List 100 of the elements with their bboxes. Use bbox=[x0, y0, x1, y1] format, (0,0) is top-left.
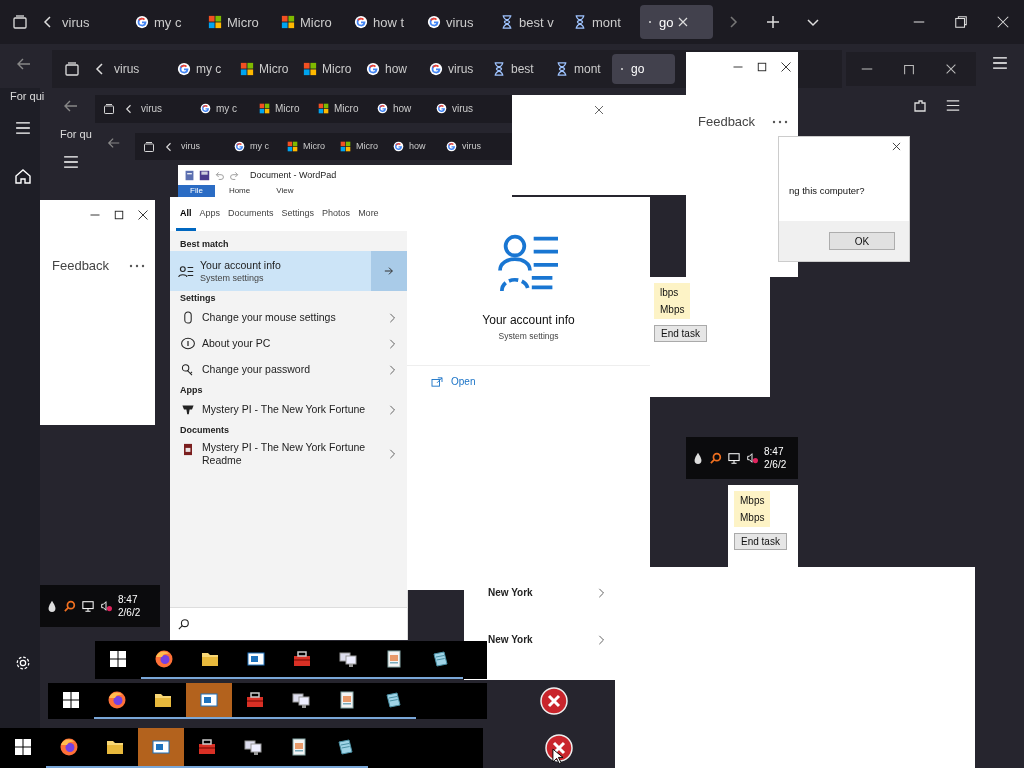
firefox-icon[interactable] bbox=[107, 690, 127, 710]
more-icon[interactable] bbox=[772, 119, 788, 124]
writing-pad-icon[interactable] bbox=[383, 690, 403, 710]
browser-tab[interactable]: best bbox=[486, 54, 549, 84]
close-icon[interactable] bbox=[594, 105, 604, 115]
writing-pad-icon[interactable] bbox=[335, 737, 355, 757]
back-arrow-icon[interactable] bbox=[107, 136, 121, 150]
firefox-icon[interactable] bbox=[154, 649, 174, 669]
muted-speaker-icon[interactable] bbox=[746, 452, 758, 464]
browser-tab[interactable]: Micro bbox=[275, 4, 348, 40]
windows-logo-icon[interactable] bbox=[108, 649, 128, 669]
close-icon[interactable] bbox=[944, 62, 958, 76]
filter-tab[interactable]: More bbox=[354, 197, 383, 231]
window-app-icon[interactable] bbox=[246, 649, 266, 669]
feedback-link[interactable]: Feedback bbox=[52, 258, 110, 273]
arrow-right-icon[interactable] bbox=[384, 266, 394, 276]
browser-tab[interactable]: Micro bbox=[253, 98, 312, 120]
windows-logo-icon[interactable] bbox=[61, 690, 81, 710]
browser-tab[interactable]: go bbox=[640, 4, 713, 40]
browser-tab[interactable]: how t bbox=[348, 4, 421, 40]
notepad-icon[interactable] bbox=[289, 737, 309, 757]
browser-tab[interactable]: how bbox=[387, 135, 440, 157]
extensions-icon[interactable] bbox=[912, 98, 928, 114]
browser-tab[interactable]: Micro bbox=[281, 135, 334, 157]
result-item[interactable]: Mystery PI - The New York Fortune Readme bbox=[170, 437, 407, 472]
browser-tab[interactable]: virus bbox=[440, 135, 493, 157]
close-icon[interactable] bbox=[892, 142, 901, 151]
browser-tab[interactable]: virus bbox=[423, 54, 486, 84]
menu-icon[interactable] bbox=[946, 100, 960, 111]
maximize-icon[interactable] bbox=[113, 209, 125, 221]
magnifier-icon[interactable] bbox=[710, 452, 722, 464]
filter-tab[interactable]: Photos bbox=[318, 197, 355, 231]
browser-tab[interactable]: virus bbox=[421, 4, 494, 40]
home-icon[interactable] bbox=[14, 168, 32, 184]
result-item[interactable]: About your PC bbox=[170, 331, 407, 357]
toolbox-icon[interactable] bbox=[197, 737, 217, 757]
monitors-icon[interactable] bbox=[338, 649, 358, 669]
drop-icon[interactable] bbox=[692, 452, 704, 464]
browser-tab[interactable]: go bbox=[612, 54, 675, 84]
monitors-icon[interactable] bbox=[291, 690, 311, 710]
result-item[interactable]: Mystery PI - The New York Fortune bbox=[170, 397, 407, 423]
tab-list-icon[interactable] bbox=[64, 61, 80, 77]
save-icon[interactable] bbox=[199, 169, 210, 181]
writing-pad-icon[interactable] bbox=[430, 649, 450, 669]
browser-tab[interactable]: Micro bbox=[297, 54, 360, 84]
result-item[interactable]: Change your mouse settings bbox=[170, 305, 407, 331]
network-icon[interactable] bbox=[728, 452, 740, 464]
toolbox-icon[interactable] bbox=[292, 649, 312, 669]
ok-button[interactable]: OK bbox=[829, 232, 895, 250]
browser-tab[interactable]: how bbox=[371, 98, 430, 120]
browser-tab[interactable]: best v bbox=[494, 4, 567, 40]
result-item[interactable]: Your account info System settings bbox=[170, 251, 407, 291]
ribbon-tab[interactable]: View bbox=[264, 185, 306, 197]
filter-tab[interactable]: Settings bbox=[277, 197, 319, 231]
close-icon[interactable] bbox=[780, 61, 792, 73]
filter-tab[interactable]: Documents bbox=[224, 197, 278, 231]
browser-tab[interactable]: virus bbox=[56, 4, 129, 40]
network-icon[interactable] bbox=[82, 600, 94, 612]
restore-icon[interactable] bbox=[902, 62, 916, 76]
end-task-button[interactable]: End task bbox=[734, 533, 787, 550]
muted-speaker-icon[interactable] bbox=[100, 600, 112, 612]
notepad-icon[interactable] bbox=[384, 649, 404, 669]
browser-tab[interactable]: Micro bbox=[234, 54, 297, 84]
back-arrow-icon[interactable] bbox=[63, 98, 79, 114]
tab-list-icon[interactable] bbox=[103, 103, 115, 115]
maximize-icon[interactable] bbox=[756, 61, 768, 73]
filter-tab[interactable]: Apps bbox=[195, 197, 225, 231]
browser-tab[interactable]: virus bbox=[175, 135, 228, 157]
ribbon-tab[interactable]: Home bbox=[216, 185, 263, 197]
browser-tab[interactable]: mont bbox=[567, 4, 640, 40]
close-tab-icon[interactable] bbox=[678, 17, 689, 27]
browser-tab[interactable]: my c bbox=[171, 54, 234, 84]
feedback-link[interactable]: Feedback bbox=[698, 114, 756, 129]
restore-icon[interactable] bbox=[954, 15, 968, 29]
settings-icon[interactable] bbox=[14, 655, 32, 671]
windows-logo-icon[interactable] bbox=[13, 737, 33, 757]
more-icon[interactable] bbox=[129, 263, 145, 268]
toolbox-icon[interactable] bbox=[245, 690, 265, 710]
browser-tab[interactable]: my c bbox=[129, 4, 202, 40]
browser-tab[interactable]: virus bbox=[430, 98, 489, 120]
notepad-icon[interactable] bbox=[337, 690, 357, 710]
close-icon[interactable] bbox=[137, 209, 149, 221]
filter-tab[interactable]: All bbox=[176, 197, 196, 231]
browser-tab[interactable]: mont bbox=[549, 54, 612, 84]
monitors-icon[interactable] bbox=[243, 737, 263, 757]
magnifier-icon[interactable] bbox=[64, 600, 76, 612]
end-task-button[interactable]: End task bbox=[654, 325, 707, 342]
ribbon-tab[interactable]: File bbox=[178, 185, 215, 197]
browser-tab[interactable]: Micro bbox=[202, 4, 275, 40]
tab-list-icon[interactable] bbox=[12, 14, 28, 30]
back-arrow-icon[interactable] bbox=[16, 56, 32, 72]
browser-tab[interactable]: Micro bbox=[312, 98, 371, 120]
result-item[interactable]: Change your password bbox=[170, 357, 407, 383]
browser-tab[interactable]: virus bbox=[135, 98, 194, 120]
browser-tab[interactable]: how bbox=[360, 54, 423, 84]
open-link[interactable]: Open bbox=[431, 376, 476, 387]
open-external-icon[interactable] bbox=[431, 376, 443, 387]
new-tab-icon[interactable] bbox=[765, 14, 781, 30]
tab-list-icon[interactable] bbox=[143, 140, 155, 153]
browser-tab[interactable]: my c bbox=[194, 98, 253, 120]
